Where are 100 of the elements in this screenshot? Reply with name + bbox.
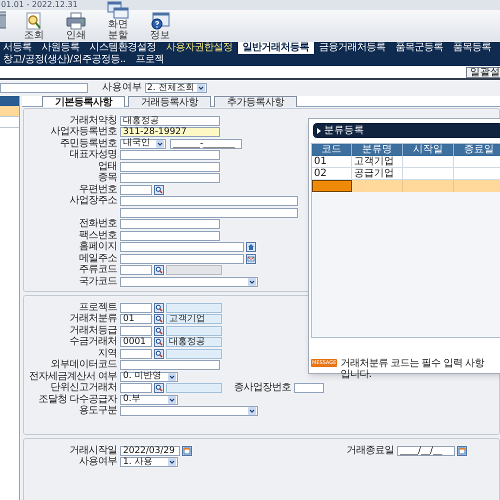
input-field[interactable] [120,360,220,370]
form-tab[interactable]: 추가등록사항 [214,96,297,107]
menu-tab[interactable]: 사용자권한설정 [161,42,238,54]
field-label: 메일주소 [78,254,118,264]
menu-tab[interactable]: 서등록 [0,42,36,54]
calendar-icon[interactable] [182,446,192,456]
field-label: 팩스번호 [78,230,118,241]
select-field[interactable] [120,406,258,416]
field-label: 수금거래처 [68,337,118,348]
field-label: 주류코드 [78,265,118,276]
input-field[interactable] [120,196,298,206]
input-field[interactable] [120,219,220,230]
display-field [166,265,222,276]
menu-tab[interactable]: 품목등록 [448,42,496,54]
field-label: 업태 [97,162,118,172]
list-row[interactable] [0,106,19,117]
dropdown-arrow-icon [168,396,176,404]
table-cell [454,168,500,180]
search-icon[interactable] [154,265,164,276]
calendar-icon[interactable] [457,446,467,456]
menu-tab[interactable]: 금융거래처등록 [314,42,390,54]
search-icon[interactable] [154,326,164,336]
display-field [166,348,222,359]
field-label: 거래처분류 [68,314,118,324]
menu-tab[interactable]: 사원등록 [36,42,84,54]
input-field[interactable] [120,265,152,276]
menu-tab[interactable]: 품목군등록 [390,42,448,54]
table-cell [403,156,454,168]
home-icon[interactable] [246,242,256,252]
printer-icon [66,12,86,30]
toolbar-button[interactable]: 정보 [146,12,174,41]
input-field[interactable] [120,302,152,313]
display-field: 고객기업 [166,314,222,324]
field-label: 사업장주소 [68,196,118,206]
field-label: 거래처등급 [68,326,118,336]
period-text: 01.01 - 2022.12.31 [0,0,500,10]
search-icon[interactable] [154,383,164,394]
table-cell: 고객기업 [352,156,403,168]
search-icon[interactable] [154,314,164,324]
input-field[interactable] [120,184,152,195]
dropdown-arrow-icon [168,458,176,466]
input-field[interactable]: 01 [120,314,152,324]
table-cell: 공급기업 [352,168,403,180]
dropdown-arrow-icon [248,278,256,286]
input-field[interactable] [294,383,324,394]
input-field[interactable]: ____/__/__ [397,446,455,456]
form-tab[interactable]: 기본등록사항 [42,96,125,107]
menu-tab[interactable]: 프로젝 [130,54,169,66]
field-label: 사업자등록번호 [50,127,118,138]
input-field[interactable] [120,173,220,184]
input-field[interactable] [120,150,220,160]
input-field[interactable] [120,383,152,394]
search-icon[interactable] [154,348,164,359]
menu-tab[interactable]: 창고/공정(생산)/외주공정등.. [0,54,130,66]
select-field[interactable]: 1. 사용 [120,457,178,468]
input-field[interactable] [120,326,152,336]
form-tab[interactable]: 거래등록사항 [128,96,211,107]
input-field[interactable] [120,348,152,359]
select-field[interactable]: 0.부 [120,394,178,405]
input-field[interactable] [120,208,298,218]
list-header [0,96,19,106]
input-field[interactable]: ______-_______ [170,138,242,149]
input-field[interactable] [120,242,244,252]
column-header: 시작일 [403,144,454,156]
toolbar-button[interactable]: 인쇄 [62,12,90,41]
table-cell [454,156,500,168]
search-icon[interactable] [154,302,164,313]
table-cell [403,180,454,192]
dropdown-arrow-icon [168,372,176,381]
select-field[interactable]: 내국인 [120,138,166,149]
field-label: 거래종료일 [346,446,394,456]
table-cell [454,180,500,192]
menu-tab[interactable]: 일반거래처등록 [238,42,314,54]
field-label: 전자세금계산서 여부 [28,372,118,382]
search-field[interactable] [0,83,88,93]
dropdown-arrow-icon [156,140,164,148]
select-field[interactable] [120,276,258,287]
select-field[interactable]: 0. 미반영 [120,372,178,382]
input-field[interactable]: 311-28-19927 [120,127,220,138]
field-label: 프로젝트 [78,302,118,313]
select-field[interactable]: 2. 전체조회 [145,83,207,93]
field-label: 종사업장번호 [234,383,291,394]
search-icon[interactable] [154,184,164,195]
input-field[interactable] [120,254,244,264]
mail-icon[interactable] [246,254,256,264]
column-header: 분류명 [352,144,403,156]
column-header: 코드 [312,144,352,156]
popup-title: 분류등록 [324,126,364,136]
input-field[interactable] [120,230,220,241]
field-label: 주민등록번호 [59,138,118,149]
input-field[interactable]: 2022/03/29 [120,446,180,456]
field-label: 사용여부 [78,457,118,468]
input-field[interactable]: 0001 [120,337,152,348]
search-icon[interactable] [154,337,164,348]
input-field[interactable]: 대홍정공 [120,116,220,126]
toolbar-button[interactable]: 조회 [20,12,48,41]
display-field [166,383,222,394]
batch-button[interactable]: 일괄설 [466,66,500,78]
menu-tab[interactable]: 시스템환경설정 [84,42,161,54]
input-field[interactable] [120,162,220,172]
